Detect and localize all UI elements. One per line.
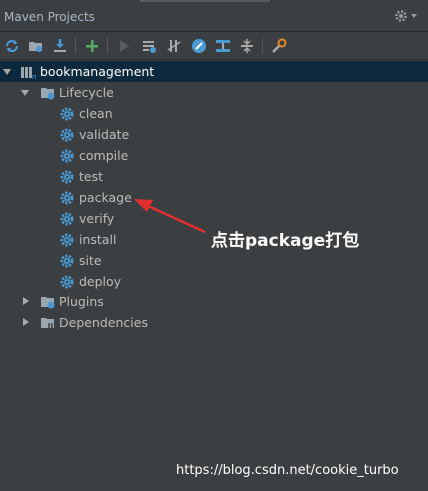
watermark: https://blog.csdn.net/cookie_turbo (176, 463, 399, 478)
annotation-text: 点击package打包 (211, 231, 360, 251)
